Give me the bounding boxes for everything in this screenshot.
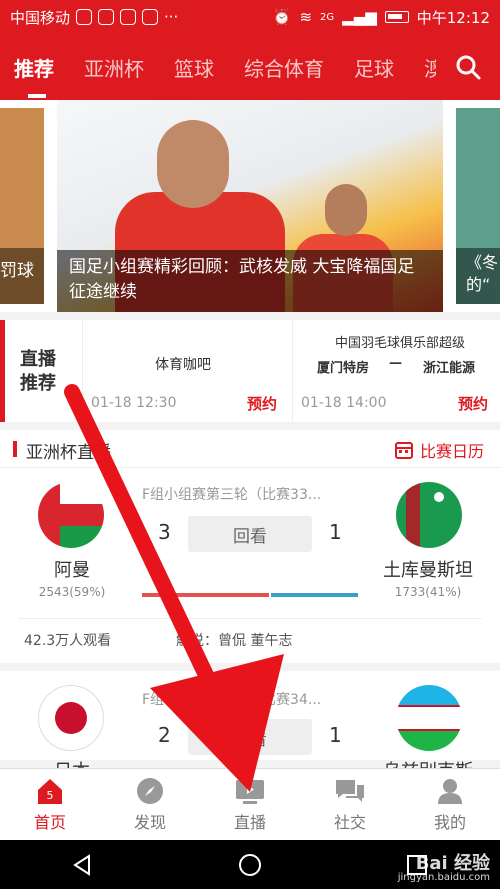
banner-caption-prev: 罚球 — [0, 248, 44, 304]
calendar-label: 比赛日历 — [419, 442, 484, 461]
live-card[interactable]: 体育咖吧 01-18 12:30 预约 — [82, 320, 287, 422]
replay-button[interactable]: 回看 — [188, 719, 312, 755]
home-team-name: 阿曼 — [54, 560, 90, 581]
banner-slide-next[interactable]: 《冬的“ — [456, 108, 500, 304]
calendar-icon — [394, 442, 413, 459]
top-nav: 推荐 亚洲杯 篮球 综合体育 足球 澳 — [0, 34, 500, 100]
reserve-button[interactable]: 预约 — [458, 393, 488, 414]
match-title: F组小组赛第三轮（比赛34... — [142, 692, 322, 708]
replay-button[interactable]: 回看 — [188, 516, 312, 552]
away-score: 1 — [329, 723, 342, 747]
reserve-button[interactable]: 预约 — [247, 393, 277, 414]
more-notifications: ··· — [164, 8, 179, 26]
tab-recommend[interactable]: 推荐 — [14, 53, 54, 98]
back-icon[interactable] — [71, 853, 95, 877]
live-card[interactable]: 中国羽毛球俱乐部超级 厦门特房 — 浙江能源 01-18 14:00 预约 — [292, 320, 500, 422]
away-support-bar — [271, 593, 358, 597]
match-card[interactable]: 日本 F组小组赛第三轮（比赛34... 2 回看 1 乌兹别克斯 — [0, 671, 500, 782]
nav-label: 直播 — [233, 813, 266, 832]
banner-caption-main: 国足小组赛精彩回顾：武核发威 大宝降福国足征途继续 — [57, 250, 443, 312]
support-bar — [142, 593, 358, 597]
banner-image — [157, 120, 229, 208]
tab-general-sports[interactable]: 综合体育 — [244, 53, 324, 82]
nav-me[interactable]: 我的 — [400, 769, 500, 840]
nav-label: 首页 — [33, 813, 66, 832]
match-title: F组小组赛第三轮（比赛33... — [142, 487, 322, 503]
section-header: 亚洲杯直播 比赛日历 — [0, 430, 500, 468]
oman-flag-icon — [38, 482, 104, 548]
accent-bar — [13, 441, 17, 457]
turkmenistan-flag-icon — [396, 482, 462, 548]
live-card-time: 01-18 12:30 — [91, 395, 177, 411]
viewer-count: 42.3万人观看 — [24, 633, 112, 649]
home-score: 3 — [158, 520, 171, 544]
bottom-nav: 5 首页 发现 直播 社交 我的 — [0, 768, 500, 840]
home-score: 2 — [158, 723, 171, 747]
japan-flag-icon — [38, 685, 104, 751]
banner-slide-main[interactable]: 国足小组赛精彩回顾：武核发威 大宝降福国足征途继续 — [57, 100, 443, 312]
tab-football[interactable]: 足球 — [354, 53, 394, 82]
vs-separator: — — [389, 356, 402, 371]
nav-label: 发现 — [133, 813, 166, 832]
search-icon — [456, 55, 481, 80]
app-icon — [142, 9, 159, 25]
app-icon — [98, 9, 115, 25]
divider — [18, 618, 482, 619]
calendar-button[interactable]: 比赛日历 — [394, 438, 484, 462]
nav-label: 社交 — [333, 813, 366, 832]
team-b-label: 浙江能源 — [423, 361, 476, 376]
watermark-url: jingyan.baidu.com — [397, 872, 490, 883]
live-card-title: 体育咖吧 — [155, 357, 211, 373]
away-team-name: 土库曼斯坦 — [383, 560, 473, 581]
nav-home[interactable]: 5 首页 — [0, 769, 100, 840]
home-support-bar — [142, 593, 270, 597]
wifi-icon: ≋ — [299, 8, 313, 26]
tab-basketball[interactable]: 篮球 — [174, 53, 214, 82]
live-recommend-panel: 直播推荐 体育咖吧 01-18 12:30 预约 中国羽毛球俱乐部超级 厦门特房… — [0, 320, 500, 422]
away-team-support: 1733(41%) — [394, 585, 462, 599]
home-team-support: 2543(59%) — [38, 585, 106, 599]
live-card-title: 中国羽毛球俱乐部超级 — [335, 336, 466, 351]
away-score: 1 — [329, 520, 342, 544]
match-card[interactable]: 阿曼 2543(59%) F组小组赛第三轮（比赛33... 3 回看 1 土库曼… — [0, 468, 500, 664]
tab-asian-cup[interactable]: 亚洲杯 — [84, 53, 144, 82]
commentary-label: 解说：曾侃 董午志 — [176, 633, 293, 649]
signal-icon: ▂▄▆ — [342, 8, 377, 26]
compass-icon — [137, 778, 163, 804]
team-a-label: 厦门特房 — [317, 361, 370, 376]
section-title: 亚洲杯直播 — [26, 443, 111, 463]
user-icon — [438, 779, 462, 804]
nav-social[interactable]: 社交 — [300, 769, 400, 840]
home-icon: 5 — [38, 779, 62, 804]
chat-icon — [336, 780, 364, 802]
accent-bar — [0, 320, 5, 422]
live-card-time: 01-18 14:00 — [301, 395, 387, 411]
key-icon — [76, 9, 93, 25]
uzbekistan-flag-icon — [396, 685, 462, 751]
carrier-label: 中国移动 — [10, 8, 71, 27]
banner-image — [325, 184, 367, 236]
status-bar: 中国移动 ··· ⏰ ≋ 2G ▂▄▆ 中午12:12 — [0, 0, 500, 34]
tiktok-icon — [120, 9, 137, 25]
nav-label: 我的 — [433, 813, 466, 832]
asian-cup-section: 亚洲杯直播 比赛日历 阿曼 2543(59%) F组小组赛第三轮（比赛33...… — [0, 430, 500, 782]
banner-carousel[interactable]: 罚球 国足小组赛精彩回顾：武核发威 大宝降福国足征途继续 《冬的“ — [0, 100, 500, 312]
alarm-icon: ⏰ — [272, 8, 292, 26]
home-badge: 5 — [47, 789, 54, 802]
search-button[interactable] — [436, 34, 500, 100]
banner-caption-next: 《冬的“ — [456, 248, 500, 304]
divider — [0, 663, 500, 671]
nav-discover[interactable]: 发现 — [100, 769, 200, 840]
nav-live[interactable]: 直播 — [200, 769, 300, 840]
watermark: Bai 经验 jingyan.baidu.com — [397, 853, 490, 885]
clock: 中午12:12 — [416, 8, 490, 27]
home-circle-icon[interactable] — [238, 853, 262, 877]
banner-slide-prev[interactable]: 罚球 — [0, 108, 44, 304]
watermark-brand: Bai 经验 — [415, 853, 490, 874]
network-type: 2G — [320, 11, 335, 23]
live-recommend-tag: 直播推荐 — [20, 349, 56, 394]
battery-icon — [384, 11, 409, 23]
tv-play-icon — [236, 780, 264, 804]
